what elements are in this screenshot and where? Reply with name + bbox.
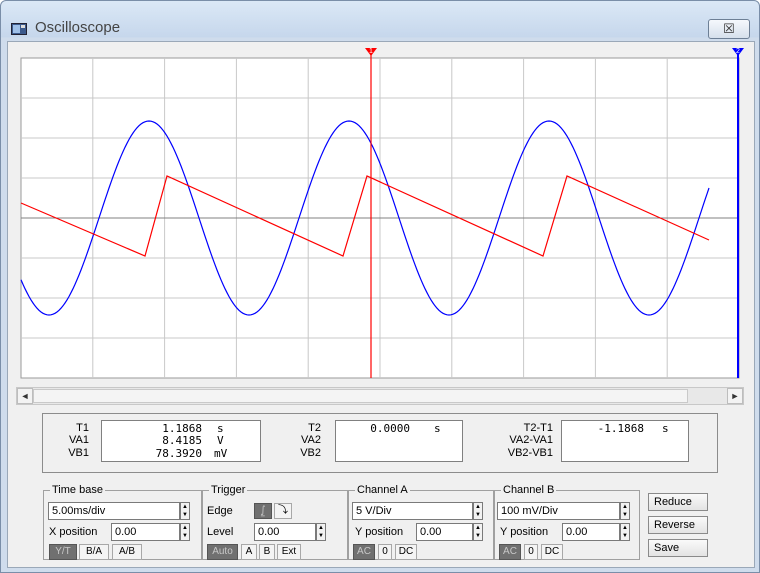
rising-edge-icon: ⨜ [260, 505, 266, 516]
channel-b-dc-button[interactable]: DC [541, 544, 563, 560]
cursor2-values: 0.0000 s [335, 420, 463, 462]
trigger-level-spinner[interactable]: ▲ ▼ [316, 523, 326, 541]
channel-b-zero-button[interactable]: 0 [524, 544, 538, 560]
spin-down-icon: ▼ [182, 533, 188, 539]
channel-a-dc-button[interactable]: DC [395, 544, 417, 560]
t2-unit: s [434, 422, 441, 435]
level-label: Level [207, 526, 234, 538]
oscilloscope-window: Oscilloscope ☒ 12 ◄ ► T1 VA1 VB1 1.1868 … [0, 0, 760, 573]
channel-b-ypos-label: Y position [500, 526, 549, 538]
save-button[interactable]: Save [648, 539, 708, 557]
channel-b-scale-spinner[interactable]: ▲ ▼ [620, 502, 630, 520]
va1-value: 8.4185 [162, 434, 202, 447]
spin-down-icon: ▼ [622, 533, 628, 539]
rising-edge-button[interactable]: ⨜ [254, 503, 272, 519]
falling-edge-icon: ⤵ [278, 505, 288, 516]
timebase-scale-spinner[interactable]: ▲ ▼ [180, 502, 190, 520]
channel-b-title: Channel B [503, 484, 555, 496]
oscilloscope-app-icon [11, 23, 27, 35]
ab-mode-button[interactable]: A/B [112, 544, 142, 560]
yt-mode-button[interactable]: Y/T [49, 544, 77, 560]
vb2-vb1-label: VB2-VB1 [507, 447, 553, 459]
x-position-spinner[interactable]: ▲ ▼ [180, 523, 190, 541]
channel-a-title: Channel A [357, 484, 408, 496]
va2-label: VA2 [301, 434, 321, 446]
spin-up-icon: ▲ [475, 525, 481, 531]
reverse-button[interactable]: Reverse [648, 516, 708, 534]
spin-up-icon: ▲ [182, 525, 188, 531]
trigger-b-button[interactable]: B [259, 544, 275, 560]
delta-values: -1.1868 s [561, 420, 689, 462]
arrow-right-icon: ► [730, 391, 740, 401]
vb1-value: 78.3920 [155, 447, 202, 460]
cursor1-values: 1.1868 s 8.4185 V 78.3920 mV [101, 420, 261, 462]
t2-t1-value: -1.1868 [597, 422, 644, 435]
channel-a-ypos-spinner[interactable]: ▲ ▼ [473, 523, 483, 541]
scroll-right-button[interactable]: ► [727, 388, 743, 404]
cursor-1-label: 1 [369, 48, 373, 55]
channel-b-ypos-spinner[interactable]: ▲ ▼ [620, 523, 630, 541]
va2-va1-label: VA2-VA1 [509, 434, 553, 446]
spin-down-icon: ▼ [622, 512, 628, 518]
trigger-level-field[interactable]: 0.00 [254, 523, 316, 541]
oscilloscope-panel: 12 ◄ ► T1 VA1 VB1 1.1868 s 8.4185 V 78.3… [7, 41, 755, 568]
channel-a-scale-field[interactable]: 5 V/Div [352, 502, 473, 520]
trigger-ext-button[interactable]: Ext [277, 544, 301, 560]
ba-mode-button[interactable]: B/A [79, 544, 109, 560]
spin-up-icon: ▲ [622, 525, 628, 531]
reduce-button[interactable]: Reduce [648, 493, 708, 511]
cursor-2-label: 2 [736, 48, 740, 55]
arrow-left-icon: ◄ [20, 391, 30, 401]
spin-down-icon: ▼ [318, 533, 324, 539]
channel-b-scale-field[interactable]: 100 mV/Div [497, 502, 620, 520]
window-title: Oscilloscope [35, 19, 121, 36]
x-position-label: X position [49, 526, 98, 538]
trigger-auto-button[interactable]: Auto [207, 544, 238, 560]
spin-down-icon: ▼ [475, 512, 481, 518]
spin-up-icon: ▲ [475, 504, 481, 510]
timebase-title: Time base [52, 484, 103, 496]
vb1-label: VB1 [68, 447, 89, 459]
trigger-title: Trigger [211, 484, 246, 496]
timebase-scale-field[interactable]: 5.00ms/div [48, 502, 180, 520]
title-bar[interactable]: Oscilloscope ☒ [1, 1, 759, 41]
channel-a-zero-button[interactable]: 0 [378, 544, 392, 560]
t2-value: 0.0000 [370, 422, 410, 435]
channel-a-ypos-field[interactable]: 0.00 [416, 523, 473, 541]
vb1-unit: mV [214, 447, 228, 460]
x-position-field[interactable]: 0.00 [111, 523, 180, 541]
channel-a-ypos-label: Y position [355, 526, 404, 538]
spin-down-icon: ▼ [182, 512, 188, 518]
trigger-a-button[interactable]: A [241, 544, 257, 560]
channel-b-ypos-field[interactable]: 0.00 [562, 523, 620, 541]
time-scrollbar[interactable]: ◄ ► [16, 387, 744, 405]
scope-display: 12 [9, 46, 749, 382]
spin-up-icon: ▲ [318, 525, 324, 531]
vb2-label: VB2 [300, 447, 321, 459]
falling-edge-button[interactable]: ⤵ [274, 503, 292, 519]
close-icon: ☒ [723, 21, 735, 36]
channel-a-ac-button[interactable]: AC [353, 544, 375, 560]
spin-down-icon: ▼ [475, 533, 481, 539]
scroll-left-button[interactable]: ◄ [17, 388, 33, 404]
spin-up-icon: ▲ [182, 504, 188, 510]
waveform-screen[interactable]: 12 [9, 46, 749, 382]
va1-unit: V [217, 434, 224, 447]
channel-a-scale-spinner[interactable]: ▲ ▼ [473, 502, 483, 520]
t2-t1-unit: s [662, 422, 669, 435]
edge-label: Edge [207, 505, 233, 517]
spin-up-icon: ▲ [622, 504, 628, 510]
cursor-readout: T1 VA1 VB1 1.1868 s 8.4185 V 78.3920 mV … [42, 413, 718, 473]
scroll-thumb[interactable] [33, 389, 688, 403]
close-button[interactable]: ☒ [708, 19, 750, 39]
va1-label: VA1 [69, 434, 89, 446]
channel-b-ac-button[interactable]: AC [499, 544, 521, 560]
